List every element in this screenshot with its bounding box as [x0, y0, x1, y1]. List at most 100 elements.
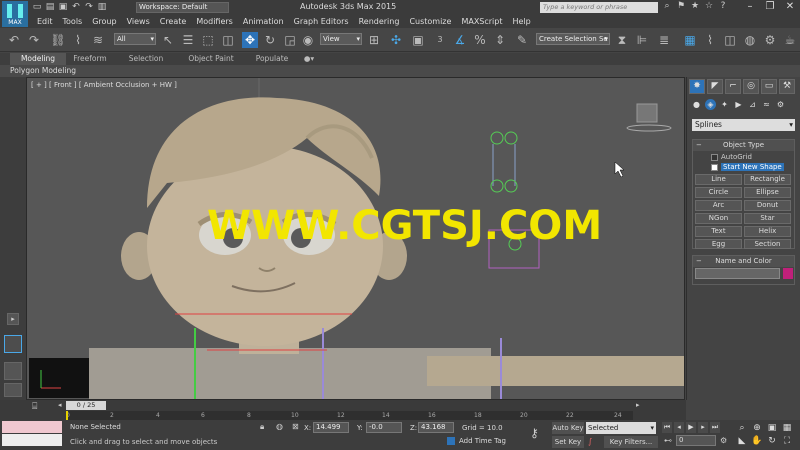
- lights-icon[interactable]: ✦: [719, 99, 730, 110]
- hierarchy-panel-icon[interactable]: ⌐: [725, 79, 741, 94]
- set-key-button[interactable]: Set Key: [552, 436, 584, 448]
- render-icon[interactable]: ☕: [782, 32, 798, 48]
- maxscript-listener-field[interactable]: [2, 421, 62, 433]
- mini-curve-editor-icon[interactable]: ⌸: [32, 402, 37, 412]
- menu-animation[interactable]: Animation: [238, 16, 289, 27]
- viewport-layout-quad-icon[interactable]: [4, 383, 22, 397]
- communication-icon[interactable]: ★: [690, 1, 700, 11]
- key-tangent-icon[interactable]: ∫: [588, 437, 592, 446]
- spinner-snap-icon[interactable]: ⇕: [492, 32, 508, 48]
- star-button[interactable]: Star: [744, 213, 791, 224]
- help-icon[interactable]: ?: [718, 1, 728, 11]
- zoom-icon[interactable]: ⌕: [735, 422, 749, 434]
- close-icon[interactable]: ✕: [780, 0, 800, 14]
- ngon-button[interactable]: NGon: [695, 213, 742, 224]
- scene-explorer-icon[interactable]: ▦: [682, 32, 698, 48]
- front-viewport[interactable]: [ + ] [ Front ] [ Ambient Occlusion + HW…: [26, 77, 685, 400]
- object-type-header[interactable]: Object Type: [693, 140, 794, 151]
- circle-button[interactable]: Circle: [695, 187, 742, 198]
- menu-edit[interactable]: Edit: [32, 16, 58, 27]
- viewcube-icon[interactable]: [636, 103, 658, 123]
- restore-icon[interactable]: ❐: [760, 0, 780, 14]
- redo-icon[interactable]: ↷: [26, 32, 42, 48]
- save-icon[interactable]: ▣: [58, 2, 68, 12]
- link-icon[interactable]: ⛓: [50, 32, 66, 48]
- cameras-icon[interactable]: ▶: [733, 99, 744, 110]
- tab-object-paint[interactable]: Object Paint: [180, 53, 242, 65]
- section-button[interactable]: Section: [744, 239, 791, 249]
- next-frame-icon[interactable]: ▸: [698, 422, 708, 433]
- name-and-color-header[interactable]: Name and Color: [693, 256, 794, 267]
- ribbon-options-icon[interactable]: ●▾: [300, 53, 318, 65]
- reference-coordinate-dropdown[interactable]: View: [320, 33, 362, 45]
- menu-group[interactable]: Group: [87, 16, 121, 27]
- zoom-extents-icon[interactable]: ▣: [765, 422, 779, 434]
- percent-snap-icon[interactable]: %: [472, 32, 488, 48]
- current-frame-field[interactable]: 0: [676, 435, 716, 446]
- systems-icon[interactable]: ⚙: [775, 99, 786, 110]
- named-selection-dropdown[interactable]: Create Selection Se: [536, 33, 610, 45]
- viewport-layout-single-icon[interactable]: [4, 335, 22, 353]
- place-icon[interactable]: ◉: [300, 32, 316, 48]
- arc-button[interactable]: Arc: [695, 200, 742, 211]
- key-mode-dropdown[interactable]: Selected: [586, 422, 656, 434]
- search-input[interactable]: Type a keyword or phrase: [540, 2, 658, 13]
- donut-button[interactable]: Donut: [744, 200, 791, 211]
- select-by-name-icon[interactable]: ☰: [180, 32, 196, 48]
- undo-icon[interactable]: ↶: [6, 32, 22, 48]
- select-and-rotate-icon[interactable]: ↻: [262, 32, 278, 48]
- menu-tools[interactable]: Tools: [58, 16, 88, 27]
- search-icon[interactable]: ⌕: [662, 1, 672, 11]
- select-object-icon[interactable]: ↖: [160, 32, 176, 48]
- favorites-icon[interactable]: ☆: [704, 1, 714, 11]
- keyboard-shortcut-override-icon[interactable]: ▣: [410, 32, 426, 48]
- snaps-toggle-icon[interactable]: 3: [432, 32, 448, 48]
- menu-help[interactable]: Help: [508, 16, 536, 27]
- minimize-icon[interactable]: –: [740, 0, 760, 14]
- mirror-icon[interactable]: ⧗: [614, 32, 630, 48]
- selection-lock-icon[interactable]: 🔒︎: [260, 422, 264, 432]
- align-icon[interactable]: ⊫: [634, 32, 650, 48]
- menu-customize[interactable]: Customize: [404, 16, 456, 27]
- render-setup-icon[interactable]: ⚙: [762, 32, 778, 48]
- auto-key-button[interactable]: Auto Key: [552, 422, 584, 434]
- object-color-swatch[interactable]: [783, 268, 793, 279]
- set-key-icon[interactable]: ⚷: [530, 426, 539, 440]
- app-logo-icon[interactable]: MAX: [2, 1, 28, 27]
- viewport-layout-split-icon[interactable]: [4, 362, 22, 380]
- zoom-extents-all-icon[interactable]: ▦: [780, 422, 794, 434]
- timeline-track[interactable]: 0 2 4 6 8 10 12 14 16 18 20 22 24: [66, 411, 633, 420]
- pan-icon[interactable]: ✋: [750, 435, 764, 447]
- egg-button[interactable]: Egg: [695, 239, 742, 249]
- select-and-scale-icon[interactable]: ◲: [282, 32, 298, 48]
- tab-modeling[interactable]: Modeling: [10, 53, 66, 65]
- create-panel-icon[interactable]: ✸: [689, 79, 705, 94]
- shapes-icon[interactable]: ◈: [705, 99, 716, 110]
- menu-maxscript[interactable]: MAXScript: [456, 16, 507, 27]
- undo-icon[interactable]: ↶: [71, 2, 81, 12]
- shape-category-dropdown[interactable]: Splines: [692, 119, 795, 131]
- tab-populate[interactable]: Populate: [248, 53, 296, 65]
- schematic-view-icon[interactable]: ◫: [722, 32, 738, 48]
- ellipse-button[interactable]: Ellipse: [744, 187, 791, 198]
- geometry-icon[interactable]: ●: [691, 99, 702, 110]
- open-file-icon[interactable]: ▤: [45, 2, 55, 12]
- line-button[interactable]: Line: [695, 174, 742, 185]
- previous-frame-icon[interactable]: ◂: [674, 422, 684, 433]
- absolute-mode-icon[interactable]: ⊠: [292, 422, 299, 431]
- key-filters-button[interactable]: Key Filters...: [604, 436, 658, 448]
- key-mode-toggle-icon[interactable]: ⊷: [664, 436, 672, 445]
- rectangular-selection-icon[interactable]: ⬚: [200, 32, 216, 48]
- menu-rendering[interactable]: Rendering: [354, 16, 405, 27]
- tab-freeform[interactable]: Freeform: [66, 53, 114, 65]
- time-configuration-icon[interactable]: ⚙: [720, 436, 727, 445]
- isolate-selection-icon[interactable]: ◍: [276, 422, 283, 431]
- edit-named-selection-icon[interactable]: ✎: [514, 32, 530, 48]
- selection-filter-dropdown[interactable]: All: [114, 33, 156, 45]
- zoom-all-icon[interactable]: ⊕: [750, 422, 764, 434]
- tab-selection[interactable]: Selection: [120, 53, 172, 65]
- layer-manager-icon[interactable]: ≣: [656, 32, 672, 48]
- text-button[interactable]: Text: [695, 226, 742, 237]
- rectangle-button[interactable]: Rectangle: [744, 174, 791, 185]
- menu-views[interactable]: Views: [122, 16, 155, 27]
